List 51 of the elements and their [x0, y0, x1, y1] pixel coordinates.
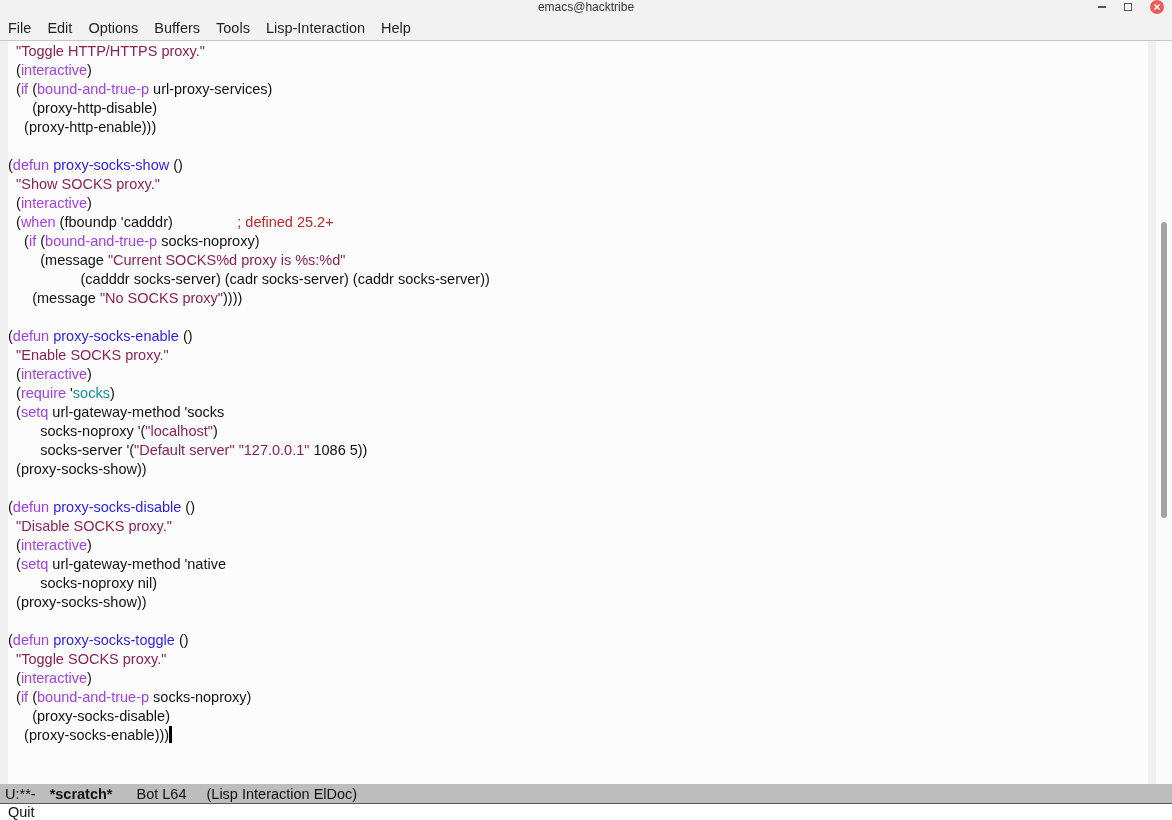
code-line: (proxy-socks-show)) — [15, 460, 147, 479]
echo-message: Quit — [8, 804, 35, 820]
menu-item[interactable]: File — [8, 18, 40, 36]
code-line: (if (bound-and-true-p socks-noproxy) — [15, 688, 252, 707]
code-line: (interactive) — [15, 536, 92, 555]
code-line: (defun proxy-socks-toggle () — [8, 631, 189, 650]
code-line: (setq url-gateway-method 'native — [15, 555, 226, 574]
code-line: (when (fboundp 'cadddr) ; defined 25.2+ — [15, 213, 334, 232]
code-line: (message "Current SOCKS%d proxy is %s:%d" — [39, 251, 346, 270]
code-line: (proxy-http-disable) — [31, 99, 158, 118]
maximize-icon[interactable] — [1124, 3, 1132, 11]
code-line: "Toggle HTTP/HTTPS proxy." — [15, 42, 205, 61]
code-line: socks-noproxy '("localhost") — [39, 422, 218, 441]
buffer-name: *scratch* — [49, 785, 113, 802]
code-line: (interactive) — [15, 365, 92, 384]
window-title: emacs@hacktribe — [537, 0, 635, 14]
scrollbar[interactable] — [1156, 41, 1172, 784]
major-mode: (Lisp Interaction ElDoc) — [206, 785, 358, 802]
code-line: (defun proxy-socks-show () — [8, 156, 183, 175]
code-line: "Enable SOCKS proxy." — [15, 346, 169, 365]
menu-item[interactable]: Lisp-Interaction — [265, 18, 374, 36]
menu-item[interactable]: Buffers — [154, 18, 209, 36]
code-line: "Disable SOCKS proxy." — [15, 517, 172, 536]
buffer-position: Bot L64 — [136, 785, 187, 802]
code-line: (setq url-gateway-method 'socks — [15, 403, 225, 422]
code-line: (interactive) — [15, 194, 92, 213]
code-line: socks-server '("Default server" "127.0.0.1" 1086 5)) — [39, 441, 368, 460]
code-line: socks-noproxy nil) — [39, 574, 158, 593]
code-line: (if (bound-and-true-p socks-noproxy) — [23, 232, 260, 251]
code-line: "Show SOCKS proxy." — [15, 175, 160, 194]
menu-item[interactable]: Tools — [216, 18, 258, 36]
menu-item[interactable]: Help — [381, 18, 419, 36]
code-line: (defun proxy-socks-enable () — [8, 327, 193, 346]
code-line: (cadddr socks-server) (cadr socks-server) (caddr socks-server)) — [79, 270, 490, 289]
code-line: (proxy-http-enable))) — [23, 118, 157, 137]
code-line: (require 'socks) — [15, 384, 115, 403]
code-line: (proxy-socks-show)) — [15, 593, 147, 612]
code-line: (proxy-socks-enable))) — [8, 726, 173, 745]
code-line: (proxy-socks-disable) — [31, 707, 170, 726]
code-line: (interactive) — [15, 61, 92, 80]
code-line: "Toggle SOCKS proxy." — [15, 650, 167, 669]
menu-item[interactable]: Options — [88, 18, 147, 36]
code-line: (if (bound-and-true-p url-proxy-services) — [15, 80, 273, 99]
minimize-icon[interactable] — [1098, 5, 1106, 9]
code-line: (message "No SOCKS proxy")))) — [31, 289, 243, 308]
menu-item[interactable]: Edit — [47, 18, 81, 36]
scrollbar-thumb[interactable] — [1161, 222, 1167, 518]
close-icon[interactable] — [1150, 0, 1164, 14]
code-line: (defun proxy-socks-disable () — [8, 498, 195, 517]
code-line: (interactive) — [15, 669, 92, 688]
buffer-status: U:**- — [5, 785, 36, 802]
